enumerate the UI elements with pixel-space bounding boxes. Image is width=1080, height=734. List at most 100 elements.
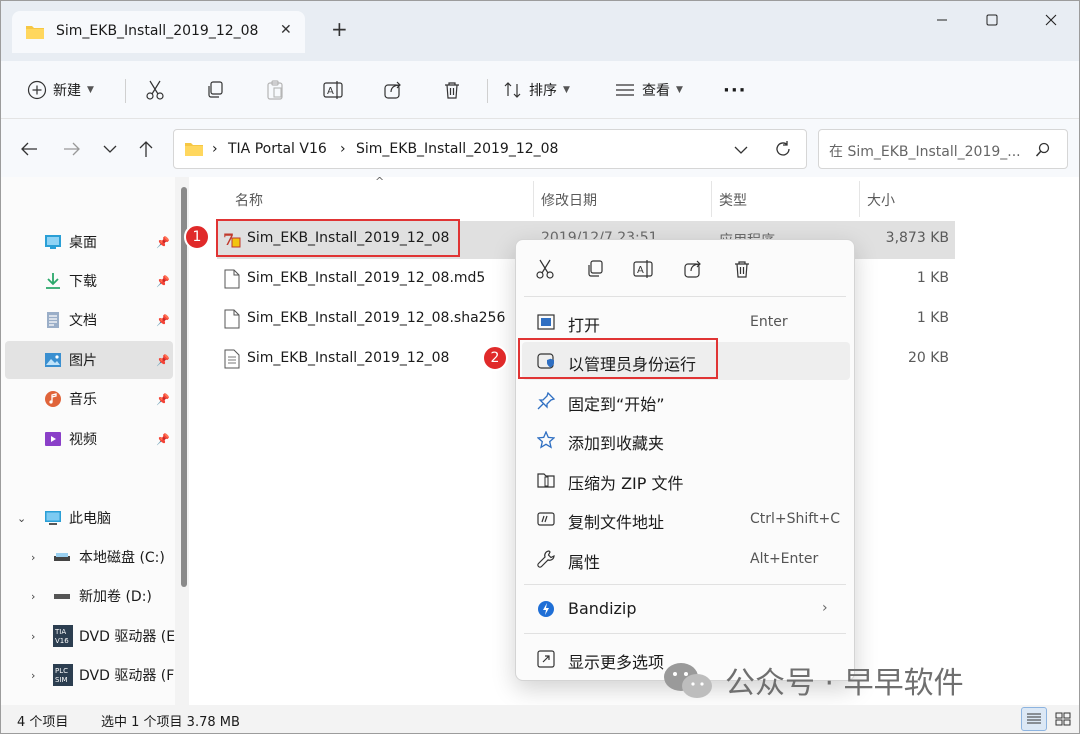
cut-icon bbox=[536, 259, 554, 279]
menu-item-bandizip[interactable]: Bandizip › bbox=[522, 590, 850, 628]
menu-item-pin-to-start[interactable]: 固定到“开始” bbox=[522, 382, 850, 420]
close-button[interactable] bbox=[1031, 7, 1071, 33]
download-icon bbox=[46, 273, 60, 289]
new-button[interactable]: 新建 ▼ bbox=[27, 75, 94, 105]
sidebar-item-dvd-f[interactable]: › PLC SIM DVD 驱动器 (F bbox=[1, 656, 175, 694]
column-divider[interactable] bbox=[859, 181, 860, 217]
share-button[interactable] bbox=[383, 75, 403, 105]
star-icon bbox=[536, 430, 556, 450]
sort-button[interactable]: 排序 ▼ bbox=[503, 75, 570, 105]
search-box[interactable]: 在 Sim_EKB_Install_2019_... bbox=[818, 129, 1068, 169]
sidebar-item-pictures[interactable]: 图片 📌 bbox=[5, 341, 173, 379]
plus-circle-icon bbox=[27, 80, 47, 100]
svg-text:A: A bbox=[327, 86, 334, 97]
recent-locations-button[interactable] bbox=[98, 137, 122, 161]
sidebar-item-documents[interactable]: 文档 📌 bbox=[1, 301, 175, 339]
share-button[interactable] bbox=[682, 258, 704, 280]
back-button[interactable] bbox=[17, 137, 41, 161]
watermark-text: 公众号 · 早早软件 bbox=[725, 666, 964, 701]
view-button[interactable]: 查看 ▼ bbox=[614, 75, 683, 105]
delete-button[interactable] bbox=[731, 258, 753, 280]
chevron-right-icon[interactable]: › bbox=[31, 630, 35, 643]
tiles-view-button[interactable] bbox=[1050, 707, 1076, 731]
sidebar-item-desktop[interactable]: 桌面 📌 bbox=[1, 223, 175, 261]
sidebar-item-music[interactable]: 音乐 📌 bbox=[1, 380, 175, 418]
menu-item-open[interactable]: 打开 Enter bbox=[522, 303, 850, 341]
menu-item-properties[interactable]: 属性 Alt+Enter bbox=[522, 540, 850, 578]
arrow-right-icon bbox=[64, 142, 80, 156]
file-name: Sim_EKB_Install_2019_12_08.md5 bbox=[247, 270, 486, 286]
address-bar[interactable]: › TIA Portal V16 › Sim_EKB_Install_2019_… bbox=[173, 129, 807, 169]
cut-button[interactable] bbox=[534, 258, 556, 280]
copy-button[interactable] bbox=[205, 75, 225, 105]
share-icon bbox=[384, 81, 401, 99]
rename-button[interactable]: A bbox=[633, 258, 655, 280]
search-icon bbox=[1035, 142, 1050, 157]
minimize-button[interactable] bbox=[922, 7, 962, 33]
context-quick-actions: A bbox=[516, 250, 856, 288]
copy-button[interactable] bbox=[584, 258, 606, 280]
text-file-icon bbox=[224, 349, 240, 369]
pin-icon[interactable]: 📌 bbox=[156, 236, 170, 249]
tia-portal-disc-icon: TIAV16 bbox=[53, 625, 73, 647]
column-divider[interactable] bbox=[533, 181, 534, 217]
view-label: 查看 bbox=[642, 83, 670, 99]
pin-icon[interactable]: 📌 bbox=[156, 433, 170, 446]
new-tab-button[interactable]: + bbox=[331, 19, 348, 39]
breadcrumb-tia-portal[interactable]: TIA Portal V16 bbox=[228, 141, 327, 157]
menu-divider bbox=[524, 296, 846, 297]
copy-path-icon bbox=[536, 509, 556, 529]
pin-icon[interactable]: 📌 bbox=[156, 393, 170, 406]
more-button[interactable]: ··· bbox=[723, 75, 747, 105]
sidebar-item-downloads[interactable]: 下载 📌 bbox=[1, 262, 175, 300]
sidebar-scrollbar[interactable] bbox=[181, 187, 187, 587]
cut-button[interactable] bbox=[145, 75, 165, 105]
column-header-date[interactable]: 修改日期 bbox=[541, 190, 597, 210]
sidebar-item-drive-c[interactable]: › 本地磁盘 (C:) bbox=[1, 538, 175, 576]
sidebar-item-videos[interactable]: 视频 📌 bbox=[1, 420, 175, 458]
chevron-down-icon[interactable]: ⌄ bbox=[17, 512, 26, 525]
sort-icon bbox=[504, 82, 521, 98]
breadcrumb-separator: › bbox=[212, 141, 218, 157]
menu-item-compress-zip[interactable]: 压缩为 ZIP 文件 bbox=[522, 461, 850, 499]
chevron-down-icon bbox=[103, 145, 117, 153]
menu-item-add-to-favorites[interactable]: 添加到收藏夹 bbox=[522, 421, 850, 459]
forward-button[interactable] bbox=[60, 137, 84, 161]
more-options-icon bbox=[536, 649, 556, 669]
chevron-right-icon[interactable]: › bbox=[31, 669, 35, 682]
menu-item-label: 压缩为 ZIP 文件 bbox=[568, 474, 684, 493]
up-button[interactable] bbox=[134, 137, 158, 161]
paste-button[interactable] bbox=[265, 75, 285, 105]
sidebar-item-this-pc[interactable]: ⌄ 此电脑 bbox=[1, 499, 175, 537]
breadcrumb-current-folder[interactable]: Sim_EKB_Install_2019_12_08 bbox=[356, 141, 558, 157]
column-header-size[interactable]: 大小 bbox=[867, 190, 895, 210]
item-count: 4 个项目 bbox=[17, 715, 69, 730]
column-divider[interactable] bbox=[711, 181, 712, 217]
chevron-down-icon[interactable] bbox=[734, 145, 748, 155]
pin-icon[interactable]: 📌 bbox=[156, 354, 170, 367]
highlight-box-file bbox=[216, 219, 460, 257]
zip-icon bbox=[536, 470, 556, 490]
rename-button[interactable]: A bbox=[323, 75, 345, 105]
sidebar-item-drive-d[interactable]: › 新加卷 (D:) bbox=[1, 577, 175, 615]
sidebar-item-dvd-e[interactable]: › TIA V16 DVD 驱动器 (E bbox=[1, 617, 175, 655]
delete-button[interactable] bbox=[442, 75, 462, 105]
arrow-up-icon bbox=[139, 141, 153, 157]
sidebar-item-label: 此电脑 bbox=[69, 511, 111, 527]
close-tab-icon[interactable]: ✕ bbox=[280, 22, 292, 38]
paste-icon bbox=[267, 80, 283, 100]
refresh-icon[interactable] bbox=[774, 140, 792, 158]
menu-item-label: 添加到收藏夹 bbox=[568, 434, 665, 453]
chevron-right-icon[interactable]: › bbox=[31, 590, 35, 603]
tab-current-folder[interactable]: Sim_EKB_Install_2019_12_08 ✕ bbox=[12, 11, 305, 53]
column-header-name[interactable]: 名称 bbox=[235, 190, 263, 210]
sidebar-item-label: DVD 驱动器 (F bbox=[79, 668, 175, 684]
pin-icon[interactable]: 📌 bbox=[156, 275, 170, 288]
details-view-button[interactable] bbox=[1021, 707, 1047, 731]
pin-icon[interactable]: 📌 bbox=[156, 314, 170, 327]
menu-item-copy-path[interactable]: 复制文件地址 Ctrl+Shift+C bbox=[522, 500, 850, 538]
maximize-button[interactable] bbox=[972, 7, 1012, 33]
watermark: 公众号 · 早早软件 bbox=[661, 657, 964, 703]
chevron-right-icon[interactable]: › bbox=[31, 551, 35, 564]
column-header-type[interactable]: 类型 bbox=[719, 190, 747, 210]
